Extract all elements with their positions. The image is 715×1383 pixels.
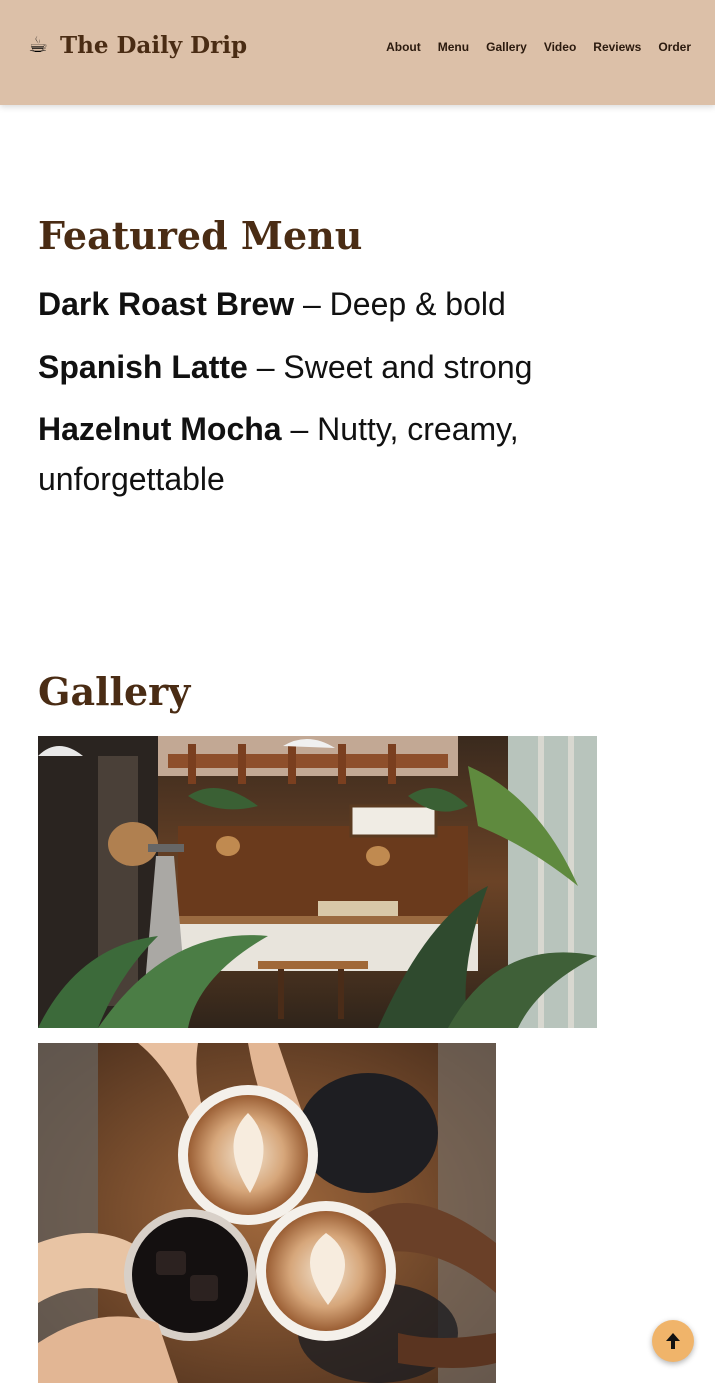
nav-order[interactable]: Order bbox=[658, 38, 691, 56]
nav-video[interactable]: Video bbox=[544, 38, 576, 56]
menu-item: Spanish Latte – Sweet and strong bbox=[38, 342, 558, 392]
menu-item-desc: – Deep & bold bbox=[294, 286, 506, 322]
menu-item-desc: – Sweet and strong bbox=[247, 349, 533, 385]
gallery-image-cafe-interior bbox=[38, 736, 597, 1028]
nav-gallery[interactable]: Gallery bbox=[486, 38, 527, 56]
nav-about[interactable]: About bbox=[386, 38, 421, 56]
gallery-title: Gallery bbox=[38, 669, 191, 714]
site-header: ☕ The Daily Drip About Menu Gallery Vide… bbox=[0, 0, 715, 105]
featured-menu-title: Featured Menu bbox=[38, 213, 363, 258]
menu-item-name: Hazelnut Mocha bbox=[38, 411, 282, 447]
main-nav: About Menu Gallery Video Reviews Order bbox=[386, 38, 691, 56]
gallery-image-coffee-cheers bbox=[38, 1043, 496, 1383]
arrow-up-icon bbox=[666, 1333, 680, 1349]
nav-reviews[interactable]: Reviews bbox=[593, 38, 641, 56]
brand[interactable]: ☕ The Daily Drip bbox=[24, 31, 247, 61]
menu-item: Dark Roast Brew – Deep & bold bbox=[38, 279, 558, 329]
coffee-cup-icon: ☕ bbox=[28, 33, 48, 58]
menu-item-name: Spanish Latte bbox=[38, 349, 248, 385]
nav-menu[interactable]: Menu bbox=[438, 38, 469, 56]
menu-item-name: Dark Roast Brew bbox=[38, 286, 295, 322]
brand-name: The Daily Drip bbox=[60, 32, 248, 59]
scroll-to-top-button[interactable] bbox=[652, 1320, 694, 1362]
menu-item: Hazelnut Mocha – Nutty, creamy, unforget… bbox=[38, 404, 558, 504]
